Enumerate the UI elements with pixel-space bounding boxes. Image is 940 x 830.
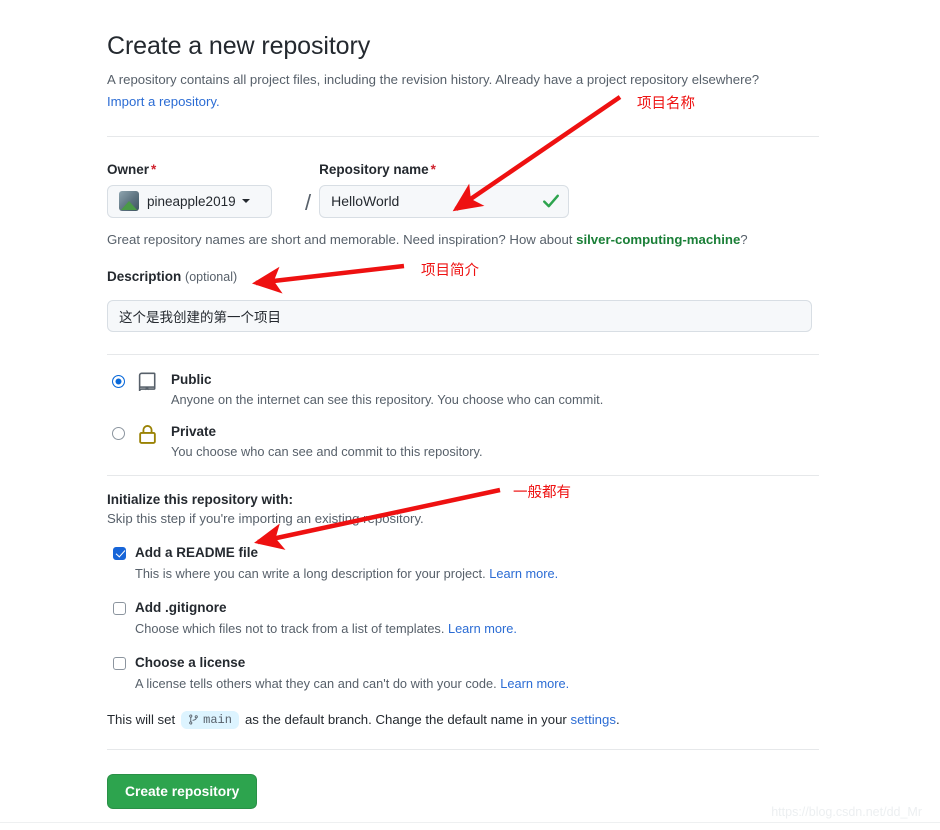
option-license[interactable]: Choose a license A license tells others … xyxy=(107,654,819,691)
gitignore-learn-more-link[interactable]: Learn more. xyxy=(448,621,517,636)
repository-name-input[interactable] xyxy=(319,184,570,218)
readme-learn-more-link[interactable]: Learn more. xyxy=(489,566,558,581)
repository-name-label-text: Repository name xyxy=(319,161,429,177)
visibility-option-public[interactable]: Public Anyone on the internet can see th… xyxy=(107,371,819,407)
divider-after-description xyxy=(107,353,819,355)
page-title: Create a new repository xyxy=(107,32,371,60)
branch-middle: as the default branch. Change the defaul… xyxy=(244,712,567,728)
default-branch-line: This will set main as the default branch… xyxy=(107,710,819,729)
radio-public[interactable] xyxy=(112,374,125,388)
option-readme-body: Add a README file This is where you can … xyxy=(135,544,558,581)
create-repository-button[interactable]: Create repository xyxy=(107,773,258,809)
repository-name-column: Repository name * xyxy=(319,162,819,218)
git-branch-icon xyxy=(189,714,198,725)
option-gitignore-body: Add .gitignore Choose which files not to… xyxy=(135,599,517,636)
owner-label: Owner * xyxy=(107,162,297,177)
page-subtitle: A repository contains all project files,… xyxy=(107,72,760,87)
suggested-name-link[interactable]: silver-computing-machine xyxy=(576,232,740,247)
owner-column: Owner * pineapple2019 xyxy=(107,162,297,218)
watermark-text: https://blog.csdn.net/dd_Mr xyxy=(771,805,922,819)
annotation-label-readme: 一般都有 xyxy=(513,485,571,501)
initialize-subtitle: Skip this step if you're importing an ex… xyxy=(107,510,424,526)
owner-name-separator: / xyxy=(305,189,312,215)
divider-bottom xyxy=(107,748,819,750)
option-license-title: Choose a license xyxy=(135,654,246,670)
annotation-label-repository-name: 项目名称 xyxy=(637,96,695,112)
option-license-body: Choose a license A license tells others … xyxy=(135,654,569,691)
description-input[interactable] xyxy=(107,299,812,332)
description-optional-text: (optional) xyxy=(185,269,238,284)
license-learn-more-link[interactable]: Learn more. xyxy=(500,676,569,691)
default-branch-name: main xyxy=(203,712,232,727)
repository-name-label: Repository name * xyxy=(319,162,819,177)
option-gitignore-title: Add .gitignore xyxy=(135,599,227,615)
visibility-block: Public Anyone on the internet can see th… xyxy=(107,371,819,459)
bottom-divider xyxy=(0,822,940,823)
checkbox-license[interactable] xyxy=(113,656,126,670)
lock-icon xyxy=(137,423,161,450)
settings-link[interactable]: settings xyxy=(571,712,616,727)
repository-name-hint: Great repository names are short and mem… xyxy=(107,232,819,247)
visibility-public-desc: Anyone on the internet can see this repo… xyxy=(171,391,604,407)
visibility-private-title: Private xyxy=(171,423,217,439)
option-license-desc: A license tells others what they can and… xyxy=(135,676,569,691)
import-repository-line: Import a repository. xyxy=(107,92,819,112)
owner-select[interactable]: pineapple2019 xyxy=(107,184,272,218)
branch-suffix: . xyxy=(615,712,620,728)
visibility-private-text: Private You choose who can see and commi… xyxy=(171,423,483,459)
option-gitignore-desc-text: Choose which files not to track from a l… xyxy=(135,620,448,636)
option-readme[interactable]: Add a README file This is where you can … xyxy=(107,544,819,581)
repository-name-input-wrap xyxy=(319,184,570,218)
description-label-text: Description xyxy=(107,268,182,284)
option-gitignore[interactable]: Add .gitignore Choose which files not to… xyxy=(107,599,819,636)
branch-prefix: This will set xyxy=(107,712,176,728)
owner-required-mark: * xyxy=(151,161,157,177)
repository-name-required-mark: * xyxy=(430,161,436,177)
divider-top xyxy=(107,135,819,137)
divider-after-visibility xyxy=(107,474,819,476)
default-branch-badge: main xyxy=(181,710,239,729)
option-readme-title: Add a README file xyxy=(135,544,259,560)
visibility-private-desc: You choose who can see and commit to thi… xyxy=(171,443,483,459)
annotation-label-description: 项目简介 xyxy=(421,263,479,279)
initialize-block: Initialize this repository with: Skip th… xyxy=(107,492,819,729)
create-repository-form: Create a new repository A repository con… xyxy=(107,0,819,809)
import-repository-link[interactable]: Import a repository. xyxy=(107,94,220,109)
option-readme-desc-text: This is where you can write a long descr… xyxy=(135,565,490,581)
owner-value: pineapple2019 xyxy=(147,193,236,209)
visibility-public-text: Public Anyone on the internet can see th… xyxy=(171,371,603,407)
visibility-option-private[interactable]: Private You choose who can see and commi… xyxy=(107,423,819,459)
initialize-title: Initialize this repository with: xyxy=(107,491,294,507)
checkbox-gitignore[interactable] xyxy=(113,601,126,615)
repo-book-icon xyxy=(137,371,161,398)
visibility-public-title: Public xyxy=(171,371,212,387)
option-license-desc-text: A license tells others what they can and… xyxy=(135,675,501,691)
user-avatar-image-icon xyxy=(119,191,139,212)
hint-prefix: Great repository names are short and mem… xyxy=(107,231,577,247)
option-gitignore-desc: Choose which files not to track from a l… xyxy=(135,621,517,636)
radio-private[interactable] xyxy=(112,426,125,440)
chevron-down-icon xyxy=(241,199,250,204)
owner-label-text: Owner xyxy=(107,161,150,177)
hint-suffix: ? xyxy=(740,231,748,247)
owner-and-name-row: Owner * pineapple2019 / Repository name * xyxy=(107,162,819,218)
checkbox-readme[interactable] xyxy=(113,546,126,560)
option-readme-desc: This is where you can write a long descr… xyxy=(135,566,558,581)
